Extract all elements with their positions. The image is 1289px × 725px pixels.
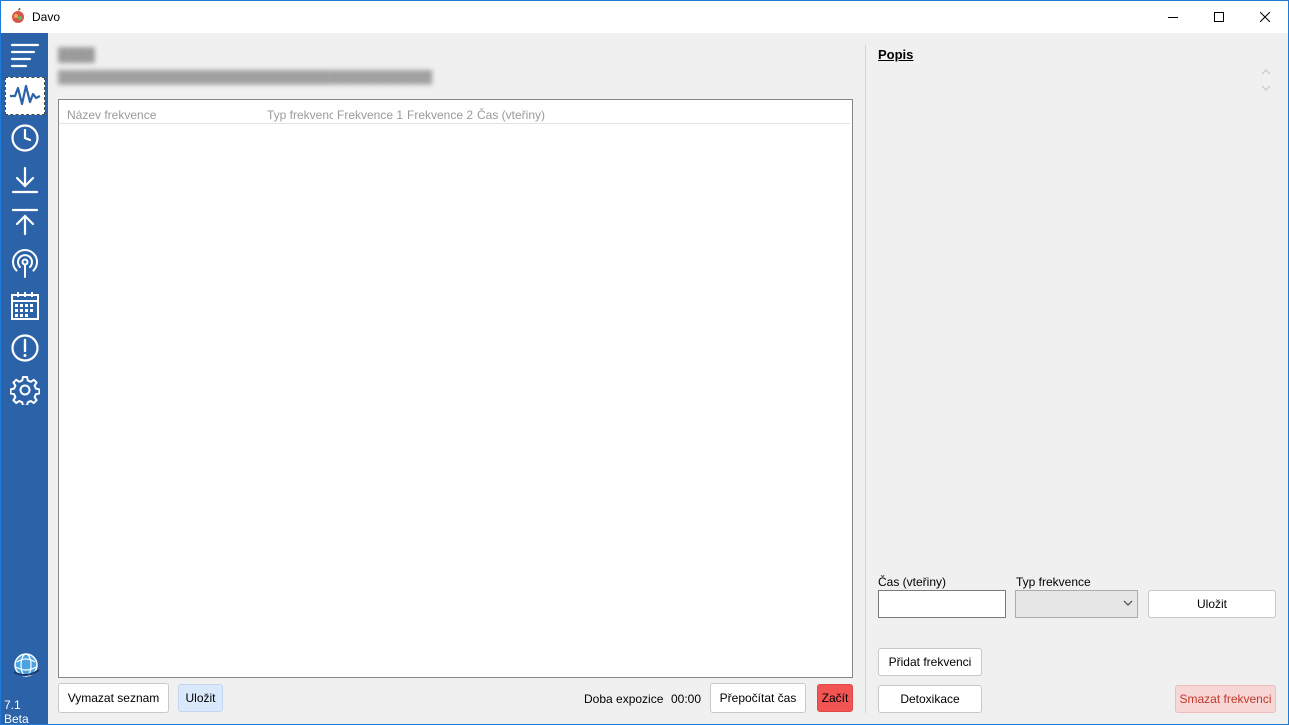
sidebar-item-download[interactable] bbox=[5, 161, 45, 199]
antenna-icon bbox=[12, 249, 38, 278]
close-icon bbox=[1260, 12, 1270, 22]
description-title: Popis bbox=[878, 47, 914, 62]
exposure-label: Doba expozice bbox=[584, 692, 664, 706]
save-list-button[interactable]: Uložit bbox=[178, 684, 223, 712]
gear-icon bbox=[10, 376, 40, 405]
maximize-icon bbox=[1214, 12, 1224, 22]
add-frequency-button[interactable]: Přidat frekvenci bbox=[878, 648, 982, 676]
panel-divider[interactable] bbox=[865, 45, 866, 713]
sidebar-item-broadcast[interactable] bbox=[5, 245, 45, 283]
delete-frequency-button[interactable]: Smazat frekvenci bbox=[1175, 685, 1276, 713]
column-header-time[interactable]: Čas (vteřiny) bbox=[477, 108, 567, 122]
upload-icon bbox=[11, 208, 39, 236]
close-button[interactable] bbox=[1242, 1, 1288, 33]
sidebar-item-alerts[interactable] bbox=[5, 329, 45, 367]
frequency-list[interactable]: Název frekvence Typ frekvence Frekvence … bbox=[58, 99, 853, 678]
client-name-redacted: ████ bbox=[58, 47, 95, 62]
sidebar-item-upload[interactable] bbox=[5, 203, 45, 241]
download-icon bbox=[11, 166, 39, 194]
version-label: 7.1 Beta bbox=[4, 698, 29, 725]
waveform-icon bbox=[10, 84, 41, 106]
chevron-down-icon bbox=[1123, 600, 1133, 606]
exposure-value: 00:00 bbox=[671, 692, 702, 706]
recalculate-time-button[interactable]: Přepočítat čas bbox=[710, 683, 806, 713]
globe-icon[interactable] bbox=[11, 650, 41, 680]
save-frequency-button[interactable]: Uložit bbox=[1148, 590, 1276, 618]
time-field-label: Čas (vteřiny) bbox=[878, 575, 947, 589]
minimize-icon bbox=[1168, 17, 1178, 18]
detail-panel: Popis Čas (vteřiny) Typ frekvence Uložit… bbox=[867, 33, 1287, 724]
sidebar-item-frequencies[interactable] bbox=[5, 77, 45, 115]
column-header-freq2[interactable]: Frekvence 2 bbox=[407, 108, 473, 122]
app-logo-icon bbox=[12, 8, 24, 23]
clock-icon bbox=[11, 124, 39, 152]
sidebar: 7.1 Beta bbox=[1, 33, 48, 725]
main-panel: ████ ███████████████████████████████████… bbox=[48, 33, 866, 724]
sidebar-item-history[interactable] bbox=[5, 119, 45, 157]
time-input[interactable] bbox=[878, 590, 1006, 618]
minimize-button[interactable] bbox=[1150, 1, 1196, 33]
column-header-freq1[interactable]: Frekvence 1 bbox=[337, 108, 403, 122]
title-bar: Davo bbox=[1, 1, 1288, 33]
description-scroll-arrows[interactable] bbox=[1260, 65, 1272, 95]
start-button[interactable]: Začít bbox=[817, 684, 853, 712]
client-details-redacted: ████████████████████████████████████████… bbox=[58, 70, 433, 84]
frequency-type-select[interactable] bbox=[1015, 590, 1138, 618]
type-field-label: Typ frekvence bbox=[1016, 575, 1091, 589]
window-title: Davo bbox=[32, 10, 61, 24]
list-header: Název frekvence Typ frekvence Frekvence … bbox=[59, 100, 850, 124]
alert-icon bbox=[11, 334, 39, 362]
menu-icon bbox=[10, 43, 40, 68]
maximize-button[interactable] bbox=[1196, 1, 1242, 33]
sidebar-item-calendar[interactable] bbox=[5, 287, 45, 325]
column-header-type[interactable]: Typ frekvence bbox=[267, 108, 333, 122]
app-window: Davo 7.1 Beta ████ █████████████████████… bbox=[0, 0, 1289, 725]
detox-button[interactable]: Detoxikace bbox=[878, 685, 982, 713]
calendar-icon bbox=[11, 292, 39, 320]
sidebar-item-settings[interactable] bbox=[5, 371, 45, 409]
column-header-name[interactable]: Název frekvence bbox=[67, 108, 247, 122]
clear-list-button[interactable]: Vymazat seznam bbox=[58, 683, 169, 713]
sidebar-item-menu[interactable] bbox=[5, 37, 45, 75]
